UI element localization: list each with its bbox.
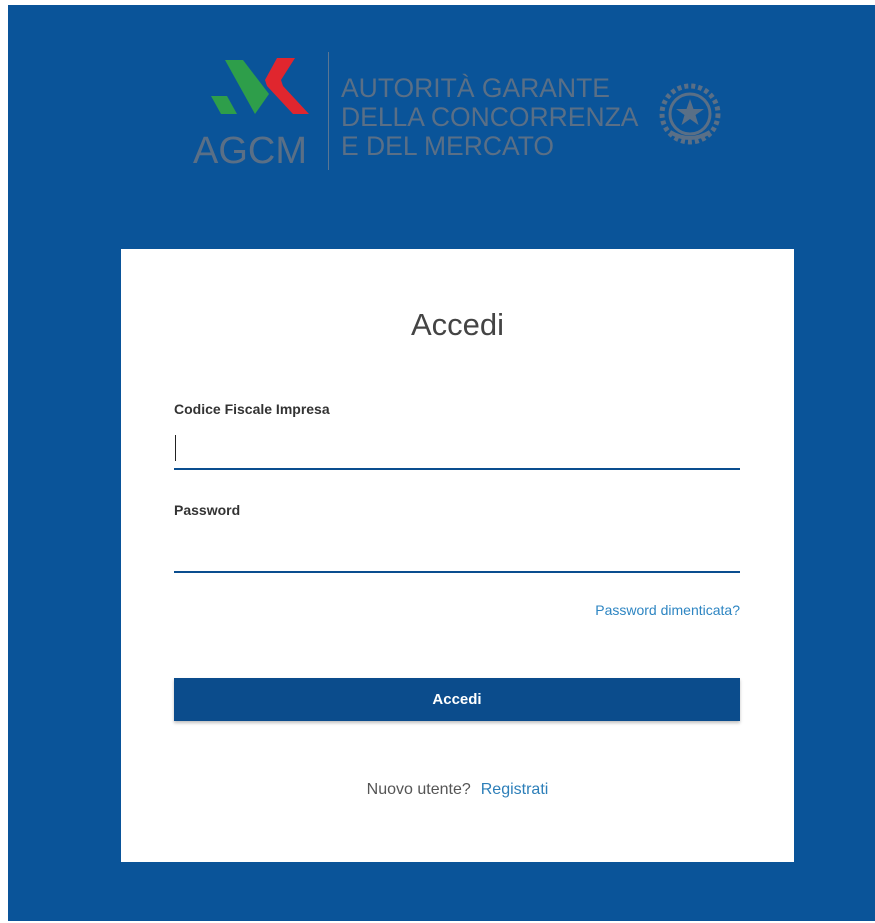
text-cursor <box>175 435 176 461</box>
register-row: Nuovo utente? Registrati <box>121 779 794 801</box>
register-link[interactable]: Registrati <box>481 781 549 798</box>
logo-name-line-1: AUTORITÀ GARANTE <box>341 73 610 103</box>
fiscal-code-input[interactable] <box>174 434 740 470</box>
agcm-chevron-mark-icon <box>211 58 309 114</box>
page-background: AGCM AUTORITÀ GARANTE DELLA CONCORRENZA … <box>8 5 875 921</box>
logo-name: AUTORITÀ GARANTE DELLA CONCORRENZA E DEL… <box>341 74 638 161</box>
agcm-logo: AGCM AUTORITÀ GARANTE DELLA CONCORRENZA … <box>193 50 723 172</box>
fiscal-code-label: Codice Fiscale Impresa <box>174 401 330 417</box>
password-input[interactable] <box>174 537 740 573</box>
login-submit-button[interactable]: Accedi <box>174 678 740 721</box>
logo-divider <box>328 52 329 170</box>
login-title: Accedi <box>410 307 505 342</box>
password-label: Password <box>174 502 241 518</box>
logo-name-line-3: E DEL MERCATO <box>341 131 555 161</box>
new-user-text: Nuovo utente? <box>366 781 471 798</box>
forgot-password-link[interactable]: Password dimenticata? <box>595 601 740 619</box>
logo-name-line-2: DELLA CONCORRENZA <box>341 102 639 132</box>
logo-acronym: AGCM <box>193 130 307 172</box>
login-card: Accedi Codice Fiscale Impresa Password P… <box>121 249 794 862</box>
italian-republic-emblem-icon <box>659 83 721 145</box>
